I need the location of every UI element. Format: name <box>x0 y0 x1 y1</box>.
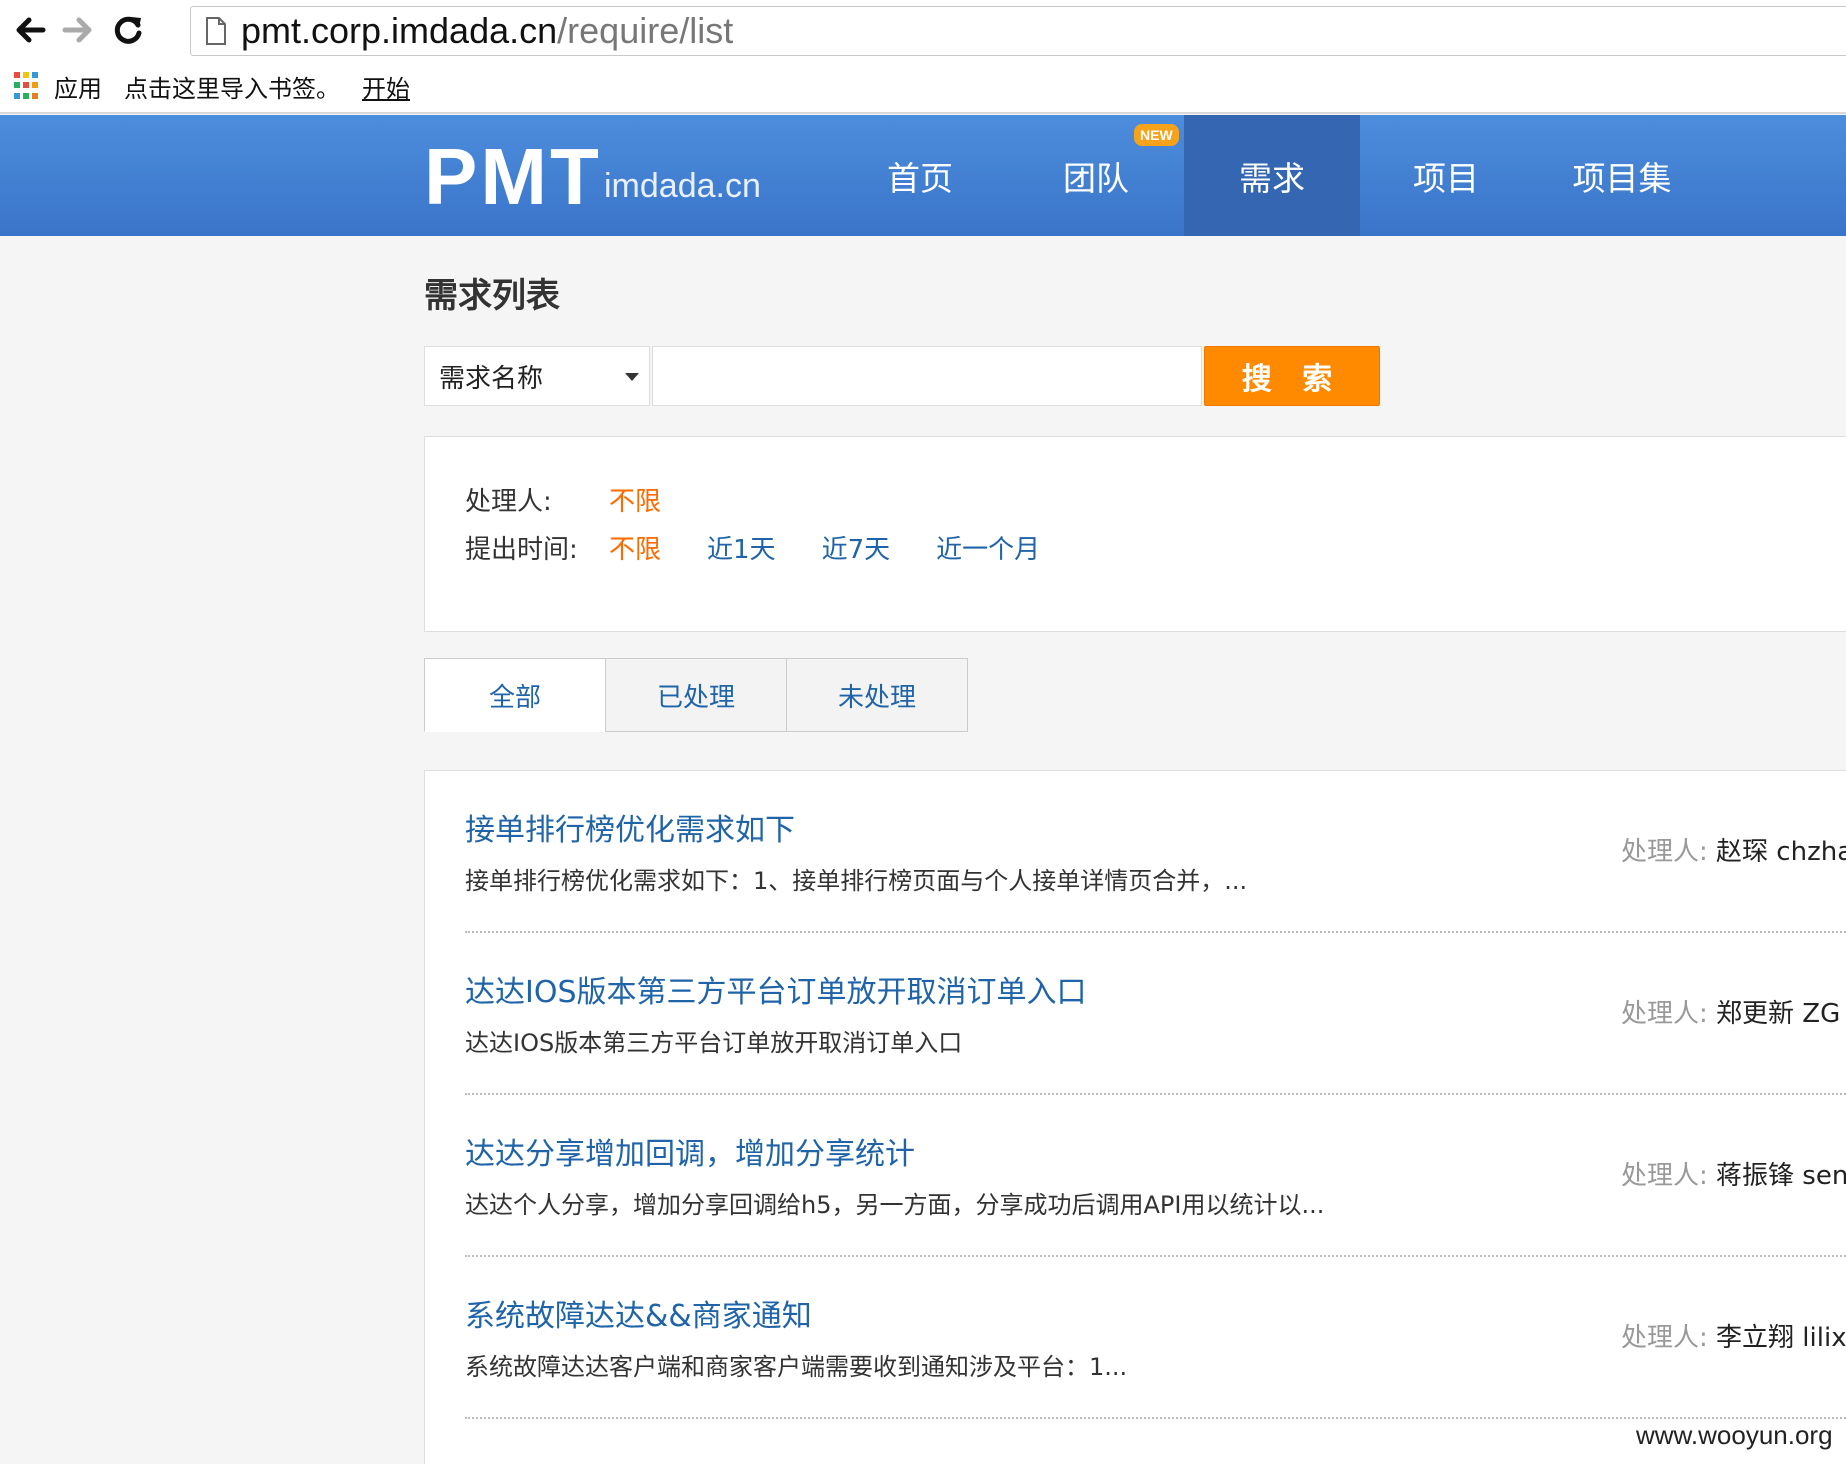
search-field-select-value: 需求名称 <box>439 363 544 394</box>
site-logo[interactable]: PMT <box>424 131 602 223</box>
requirement-handler: 处理人: 李立翔 lilix <box>1621 1317 1846 1354</box>
bookmark-apps[interactable]: 应用 <box>54 69 102 104</box>
filter-row-handler: 处理人: 不限 <box>465 481 707 518</box>
list-item: 接单排行榜优化需求如下 接单排行榜优化需求如下：1、接单排行榜页面与个人接单详情… <box>465 771 1846 933</box>
handler-label: 处理人: <box>1621 837 1708 867</box>
nav-project-sets[interactable]: 项目集 <box>1534 115 1710 236</box>
requirement-handler: 处理人: 郑更新 ZG <box>1621 993 1840 1030</box>
filter-time-any[interactable]: 不限 <box>609 529 661 566</box>
bookmarks-bar: 应用 点击这里导入书签。 开始 <box>0 60 1846 114</box>
site-logo-domain: imdada.cn <box>604 167 761 205</box>
list-item: 达达分享增加回调，增加分享统计 达达个人分享，增加分享回调给h5，另一方面，分享… <box>465 1095 1846 1257</box>
list-item: 系统故障达达&&商家通知 系统故障达达客户端和商家客户端需要收到通知涉及平台：1… <box>465 1257 1846 1419</box>
handler-name: 蒋振锋 sen <box>1716 1161 1846 1191</box>
requirement-handler: 处理人: 蒋振锋 sen <box>1621 1155 1846 1192</box>
handler-label: 处理人: <box>1621 999 1708 1029</box>
requirement-desc: 达达个人分享，增加分享回调给h5，另一方面，分享成功后调用API用以统计以... <box>465 1191 1325 1219</box>
forward-icon[interactable] <box>58 8 98 52</box>
list-item: 达达IOS版本第三方平台订单放开取消订单入口 达达IOS版本第三方平台订单放开取… <box>465 933 1846 1095</box>
url-path: /require/list <box>557 10 734 51</box>
address-bar[interactable]: pmt.corp.imdada.cn/require/list <box>190 6 1846 56</box>
url-host: pmt.corp.imdada.cn <box>241 10 558 51</box>
requirement-handler: 处理人: 赵琛 chzha <box>1621 831 1846 868</box>
nav-home[interactable]: 首页 <box>832 115 1008 236</box>
requirement-title[interactable]: 达达IOS版本第三方平台订单放开取消订单入口 <box>465 967 1087 1011</box>
tab-processed[interactable]: 已处理 <box>605 658 787 732</box>
page-title: 需求列表 <box>424 276 560 316</box>
tab-all[interactable]: 全部 <box>424 658 606 732</box>
requirement-title[interactable]: 接单排行榜优化需求如下 <box>465 805 795 849</box>
filter-time-7days[interactable]: 近7天 <box>822 529 891 566</box>
chevron-down-icon <box>625 373 639 381</box>
requirement-desc: 接单排行榜优化需求如下：1、接单排行榜页面与个人接单详情页合并，... <box>465 867 1248 895</box>
handler-label: 处理人: <box>1621 1161 1708 1191</box>
requirement-title[interactable]: 达达分享增加回调，增加分享统计 <box>465 1129 915 1173</box>
browser-toolbar: pmt.corp.imdada.cn/require/list <box>0 0 1846 60</box>
search-button[interactable]: 搜 索 <box>1204 346 1380 406</box>
page-icon <box>206 17 226 45</box>
back-icon[interactable] <box>10 8 50 52</box>
search-input[interactable] <box>652 346 1202 406</box>
handler-name: 李立翔 lilix <box>1716 1323 1846 1353</box>
handler-label: 处理人: <box>1621 1323 1708 1353</box>
filter-handler-any[interactable]: 不限 <box>609 481 661 518</box>
requirement-desc: 达达IOS版本第三方平台订单放开取消订单入口 <box>465 1029 963 1057</box>
filter-row-time: 提出时间: 不限 近1天 近7天 近一个月 <box>465 529 1086 566</box>
site-header: PMT imdada.cn 首页 团队 需求 项目 项目集 NEW <box>0 115 1846 236</box>
status-tabs: 全部 已处理 未处理 <box>424 658 968 732</box>
nav-projects[interactable]: 项目 <box>1358 115 1534 236</box>
bookmark-start-link[interactable]: 开始 <box>362 69 410 104</box>
reload-icon[interactable] <box>108 8 148 52</box>
handler-name: 赵琛 chzha <box>1716 837 1846 867</box>
requirement-desc: 系统故障达达客户端和商家客户端需要收到通知涉及平台：1... <box>465 1353 1128 1381</box>
tab-unprocessed[interactable]: 未处理 <box>786 658 968 732</box>
apps-grid-icon[interactable] <box>14 72 42 100</box>
search-field-select[interactable]: 需求名称 <box>424 346 650 406</box>
bookmark-import-hint: 点击这里导入书签。 <box>124 74 340 103</box>
filter-time-1day[interactable]: 近1天 <box>707 529 776 566</box>
handler-name: 郑更新 ZG <box>1716 999 1841 1029</box>
requirement-title[interactable]: 系统故障达达&&商家通知 <box>465 1291 812 1335</box>
watermark: www.wooyun.org <box>1636 1420 1833 1451</box>
nav-requirements[interactable]: 需求 <box>1184 115 1360 236</box>
filter-label-handler: 处理人: <box>465 487 552 517</box>
requirement-list: 接单排行榜优化需求如下 接单排行榜优化需求如下：1、接单排行榜页面与个人接单详情… <box>424 770 1846 1464</box>
new-badge: NEW <box>1134 124 1179 146</box>
filter-panel: 处理人: 不限 提出时间: 不限 近1天 近7天 近一个月 <box>424 436 1846 632</box>
filter-label-time: 提出时间: <box>465 535 578 565</box>
filter-time-1month[interactable]: 近一个月 <box>936 529 1040 566</box>
